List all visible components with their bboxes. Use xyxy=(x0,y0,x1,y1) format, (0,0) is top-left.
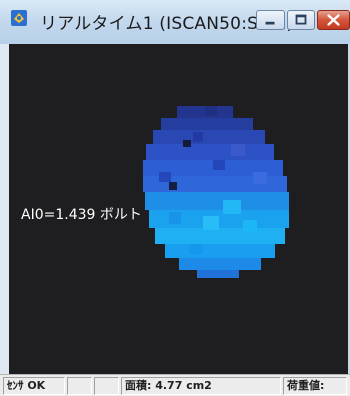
app-icon xyxy=(11,10,27,26)
sensor-status: ｾﾝｻ OK xyxy=(3,377,65,395)
minimize-icon xyxy=(265,21,275,25)
ai-voltage-readout: AI0=1.439 ボルト xyxy=(21,207,142,223)
app-window: リアルタイム1 (ISCAN50:S-21) AI0=1.439 ボルト ｾﾝｻ… xyxy=(0,0,350,396)
minimize-button[interactable] xyxy=(256,10,285,30)
status-empty-2 xyxy=(94,377,119,395)
status-empty-1 xyxy=(67,377,92,395)
pressure-spot xyxy=(143,106,289,278)
load-status: 荷重値: xyxy=(283,377,347,395)
left-window-border xyxy=(0,44,9,374)
maximize-icon xyxy=(295,14,307,25)
title-bar[interactable]: リアルタイム1 (ISCAN50:S-21) xyxy=(0,0,350,44)
area-status: 面積: 4.77 cm2 xyxy=(121,377,281,395)
close-icon xyxy=(327,14,340,26)
status-bar: ｾﾝｻ OK 面積: 4.77 cm2 荷重値: xyxy=(0,374,350,396)
maximize-button[interactable] xyxy=(287,10,315,30)
pressure-map-canvas[interactable]: AI0=1.439 ボルト xyxy=(9,44,348,374)
close-button[interactable] xyxy=(317,10,350,30)
